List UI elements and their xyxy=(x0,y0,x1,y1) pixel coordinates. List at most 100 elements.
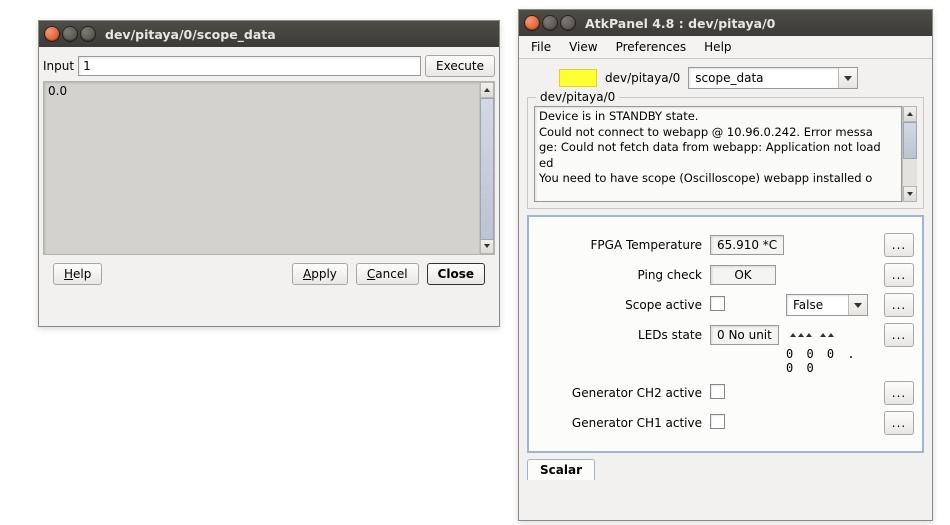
maximize-icon[interactable] xyxy=(81,27,95,41)
value-ping-check: OK xyxy=(710,265,776,285)
more-button[interactable]: ... xyxy=(884,381,914,405)
leds-spin-value: 0 0 0 . 0 0 xyxy=(786,347,878,375)
command-combo-value: scope_data xyxy=(689,71,838,85)
menu-help[interactable]: Help xyxy=(696,38,739,56)
row-leds-state: LEDs state 0 No unit ... xyxy=(537,323,914,347)
scope-data-window: dev/pitaya/0/scope_data Input Execute 0.… xyxy=(38,20,500,327)
log-line-1: Could not connect to webapp @ 10.96.0.24… xyxy=(539,125,873,139)
row-gen-ch2-active: Generator CH2 active ... xyxy=(537,381,914,405)
checkbox-scope-active[interactable] xyxy=(710,296,725,311)
minimize-icon[interactable] xyxy=(63,27,77,41)
titlebar[interactable]: AtkPanel 4.8 : dev/pitaya/0 xyxy=(519,10,932,36)
menubar: File View Preferences Help xyxy=(519,36,932,59)
row-leds-state-spin-value: 0 0 0 . 0 0 xyxy=(537,347,914,375)
log-line-2: ge: Could not fetch data from webapp: Ap… xyxy=(539,140,881,154)
tab-scalar[interactable]: Scalar xyxy=(527,459,595,480)
input-row: Input Execute xyxy=(43,55,495,77)
scroll-track[interactable] xyxy=(903,122,917,186)
chevron-down-icon[interactable] xyxy=(848,295,867,315)
log-line-4: You need to have scope (Oscilloscope) we… xyxy=(539,171,872,185)
help-rest: elp xyxy=(73,267,91,281)
value-leds-state: 0 No unit xyxy=(710,325,779,345)
window-controls xyxy=(45,27,95,41)
menu-view[interactable]: View xyxy=(561,38,605,56)
label-scope-active: Scope active xyxy=(537,298,710,312)
row-scope-active: Scope active False ... xyxy=(537,293,914,317)
menu-file[interactable]: File xyxy=(523,38,559,56)
leds-spin[interactable] xyxy=(790,333,834,337)
row-fpga-temperature: FPGA Temperature 65.910 *C ... xyxy=(537,233,914,257)
attribute-panel: FPGA Temperature 65.910 *C ... Ping chec… xyxy=(527,215,924,453)
atkpanel-window: AtkPanel 4.8 : dev/pitaya/0 File View Pr… xyxy=(518,9,933,521)
cancel-rest: ancel xyxy=(375,267,407,281)
maximize-icon[interactable] xyxy=(561,16,575,30)
apply-button[interactable]: Apply xyxy=(292,263,348,285)
label-fpga-temperature: FPGA Temperature xyxy=(537,238,710,252)
spin-up-icon[interactable] xyxy=(820,333,826,337)
close-button[interactable]: Close xyxy=(427,263,485,285)
scroll-thumb[interactable] xyxy=(480,98,494,240)
more-button[interactable]: ... xyxy=(884,293,914,317)
window-controls xyxy=(525,16,575,30)
titlebar[interactable]: dev/pitaya/0/scope_data xyxy=(39,21,499,47)
cancel-button[interactable]: Cancel xyxy=(356,263,419,285)
help-button[interactable]: Help xyxy=(53,263,102,285)
apply-mnemonic: A xyxy=(303,267,311,281)
spin-up-icon[interactable] xyxy=(790,333,796,337)
status-swatch xyxy=(559,69,597,87)
more-button[interactable]: ... xyxy=(884,263,914,287)
log-line-0: Device is in STANDBY state. xyxy=(539,109,698,123)
menu-preferences[interactable]: Preferences xyxy=(608,38,695,56)
label-leds-state: LEDs state xyxy=(537,328,710,342)
scroll-up-icon[interactable] xyxy=(903,106,917,122)
tab-bar: Scalar xyxy=(527,459,924,480)
execute-button[interactable]: Execute xyxy=(425,55,495,77)
device-label: dev/pitaya/0 xyxy=(605,71,680,85)
status-group-label: dev/pitaya/0 xyxy=(536,90,619,104)
scroll-down-icon[interactable] xyxy=(903,186,917,202)
spin-up-icon[interactable] xyxy=(798,333,804,337)
spin-up-icon[interactable] xyxy=(828,333,834,337)
output-scrollbar[interactable] xyxy=(479,82,494,254)
combo-scope-active-value: False xyxy=(787,298,848,312)
minimize-icon[interactable] xyxy=(543,16,557,30)
output-value: 0.0 xyxy=(44,82,479,254)
combo-scope-active[interactable]: False xyxy=(786,294,868,316)
log-box: Device is in STANDBY state. Could not co… xyxy=(534,106,917,202)
checkbox-gen-ch2-active[interactable] xyxy=(710,384,725,399)
help-mnemonic: H xyxy=(64,267,73,281)
cancel-mnemonic: C xyxy=(367,267,375,281)
scroll-up-icon[interactable] xyxy=(480,82,494,98)
value-fpga-temperature: 65.910 *C xyxy=(710,235,784,255)
more-button[interactable]: ... xyxy=(884,233,914,257)
label-gen-ch1-active: Generator CH1 active xyxy=(537,416,710,430)
scroll-thumb[interactable] xyxy=(903,122,917,159)
dialog-buttons: Help Apply Cancel Close xyxy=(43,263,495,285)
label-ping-check: Ping check xyxy=(537,268,710,282)
command-combo[interactable]: scope_data xyxy=(688,67,858,89)
more-button[interactable]: ... xyxy=(884,323,914,347)
output-area: 0.0 xyxy=(43,81,495,255)
apply-rest: pply xyxy=(311,267,337,281)
log-text[interactable]: Device is in STANDBY state. Could not co… xyxy=(534,106,902,202)
scroll-down-icon[interactable] xyxy=(480,238,494,254)
close-icon[interactable] xyxy=(45,27,59,41)
log-line-3: ed xyxy=(539,156,553,170)
spin-up-group xyxy=(790,333,834,337)
log-scrollbar[interactable] xyxy=(902,106,917,202)
input-field[interactable] xyxy=(78,56,421,76)
chevron-down-icon[interactable] xyxy=(838,68,857,88)
window-title: dev/pitaya/0/scope_data xyxy=(105,27,276,42)
window-title: AtkPanel 4.8 : dev/pitaya/0 xyxy=(585,16,775,31)
checkbox-gen-ch1-active[interactable] xyxy=(710,414,725,429)
scroll-track[interactable] xyxy=(480,98,494,238)
status-group: dev/pitaya/0 Device is in STANDBY state.… xyxy=(527,97,924,209)
device-row: dev/pitaya/0 scope_data xyxy=(519,59,932,93)
input-label: Input xyxy=(43,59,74,73)
label-gen-ch2-active: Generator CH2 active xyxy=(537,386,710,400)
spin-up-icon[interactable] xyxy=(806,333,812,337)
more-button[interactable]: ... xyxy=(884,411,914,435)
row-gen-ch1-active: Generator CH1 active ... xyxy=(537,411,914,435)
row-ping-check: Ping check OK ... xyxy=(537,263,914,287)
close-icon[interactable] xyxy=(525,16,539,30)
